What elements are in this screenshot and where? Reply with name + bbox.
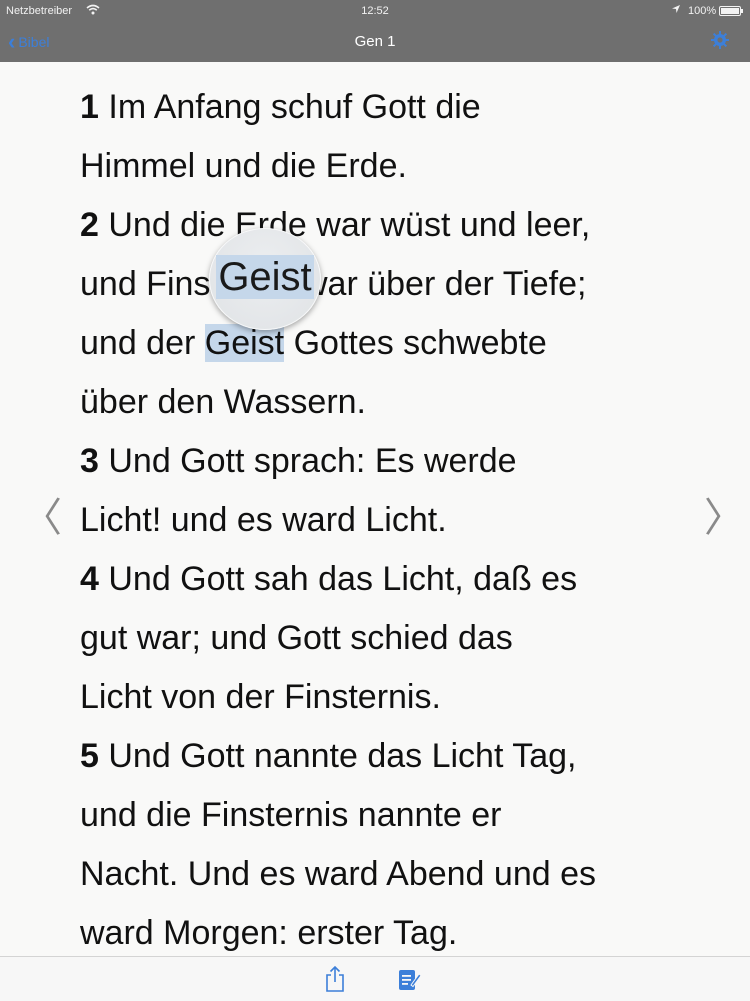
selected-word[interactable]: Geist — [204, 324, 285, 362]
verse-text: Nacht. Und es ward Abend und es — [80, 855, 596, 893]
magnifier-loupe: Geist — [209, 228, 321, 330]
bottom-toolbar — [0, 956, 750, 1001]
next-chapter-arrow[interactable]: 〉 — [704, 498, 744, 538]
verse-number: 2 — [80, 206, 99, 244]
verse-text: Gottes schwebte — [284, 324, 547, 362]
verse-line: gut war; und Gott schied das — [80, 609, 690, 668]
verse-line: über den Wassern. — [80, 373, 690, 432]
verse-text: Und die Erde war wüst und leer, — [98, 206, 591, 244]
page-title: Gen 1 — [354, 33, 396, 50]
verse-text: gut war; und Gott schied das — [80, 619, 513, 657]
verse-number: 1 — [80, 88, 99, 126]
verse-text: Im Anfang schuf Gott die — [98, 88, 481, 126]
previous-chapter-arrow[interactable]: 〈 — [22, 498, 62, 538]
verse-text: Und Gott sprach: Es werde — [98, 442, 517, 480]
verse-text: Und Gott sah das Licht, daß es — [98, 560, 578, 598]
verse-line: ward Morgen: erster Tag. — [80, 904, 690, 963]
verse-line: Licht von der Finsternis. — [80, 668, 690, 727]
verse-line: und die Finsternis nannte er — [80, 786, 690, 845]
verse-line: 1 Im Anfang schuf Gott die — [80, 78, 690, 137]
verse-text: Himmel und die Erde. — [80, 147, 407, 185]
verse-number: 3 — [80, 442, 99, 480]
verse-text: und die Finsternis nannte er — [80, 796, 502, 834]
battery-percentage: 100% — [688, 5, 717, 17]
verse-text: Licht! und es ward Licht. — [80, 501, 447, 539]
location-arrow-icon — [671, 4, 681, 17]
verse-text: Und Gott nannte das Licht Tag, — [98, 737, 577, 775]
verse-line: Himmel und die Erde. — [80, 137, 690, 196]
verse-line: 4 Und Gott sah das Licht, daß es — [80, 550, 690, 609]
gear-icon[interactable] — [710, 30, 730, 50]
share-icon[interactable] — [322, 965, 348, 993]
verse-text: über den Wassern. — [80, 383, 366, 421]
status-bar: Netzbetreiber 12:52 100% — [0, 0, 750, 22]
verse-text: und Finsternis war über der Tiefe; — [80, 265, 587, 303]
battery-icon — [719, 6, 743, 16]
verse-line: Licht! und es ward Licht. — [80, 491, 690, 550]
verse-line: und der Geist Gottes schwebte — [80, 314, 690, 373]
bible-passage[interactable]: 1 Im Anfang schuf Gott die Himmel und die… — [80, 78, 690, 963]
verse-line: Nacht. Und es ward Abend und es — [80, 845, 690, 904]
verse-line: 5 Und Gott nannte das Licht Tag, — [80, 727, 690, 786]
verse-text: Licht von der Finsternis. — [80, 678, 441, 716]
verse-line: 3 Und Gott sprach: Es werde — [80, 432, 690, 491]
verse-number: 4 — [80, 560, 99, 598]
verse-line: 2 Und die Erde war wüst und leer, — [80, 196, 690, 255]
clock: 12:52 — [361, 5, 389, 17]
top-bar: Netzbetreiber 12:52 100% ‹ Bibel Gen 1 — [0, 0, 750, 62]
verse-text: und der — [80, 324, 205, 362]
compose-note-icon[interactable] — [396, 965, 422, 993]
verse-number: 5 — [80, 737, 99, 775]
loupe-word: Geist — [216, 255, 314, 299]
verse-text: ward Morgen: erster Tag. — [80, 914, 458, 952]
verse-line: und Finsternis war über der Tiefe; — [80, 255, 690, 314]
